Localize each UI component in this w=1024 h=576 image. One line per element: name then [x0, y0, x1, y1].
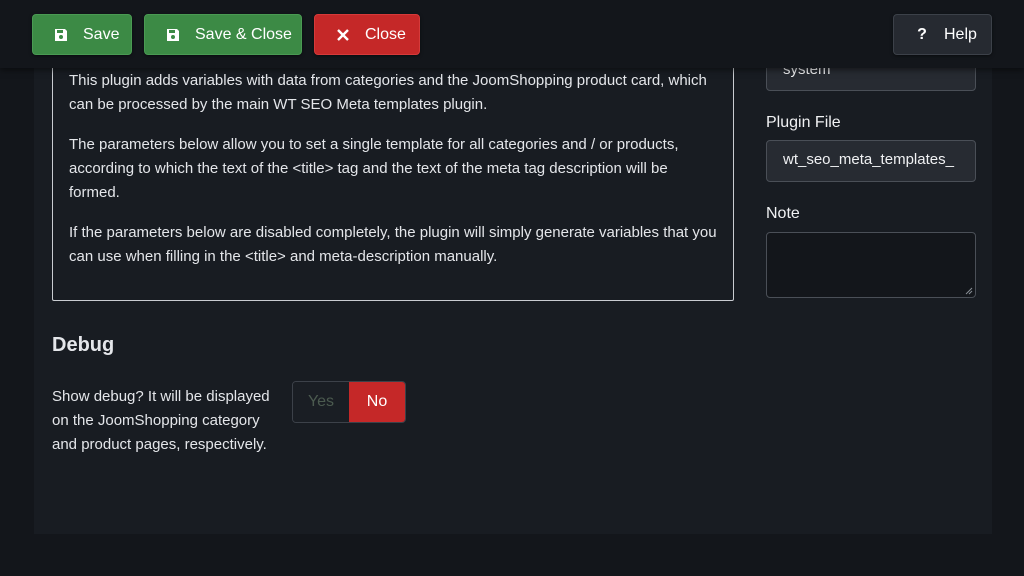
toolbar: Save Save & Close Close ? Help — [0, 0, 1024, 68]
plugin-file-label: Plugin File — [766, 114, 841, 131]
description-paragraph-2: The parameters below allow you to set a … — [69, 136, 679, 201]
debug-yes-option[interactable]: Yes — [293, 382, 349, 422]
save-close-label: Save & Close — [195, 25, 292, 43]
close-label: Close — [365, 25, 406, 43]
debug-no-option[interactable]: No — [349, 382, 405, 422]
save-close-button[interactable]: Save & Close — [144, 14, 302, 55]
save-label: Save — [83, 25, 120, 43]
description-paragraph-1: This plugin adds variables with data fro… — [69, 72, 707, 113]
note-textarea[interactable] — [766, 232, 976, 298]
save-icon — [165, 27, 181, 43]
close-button[interactable]: Close — [314, 14, 420, 55]
help-button[interactable]: ? Help — [893, 14, 992, 55]
resize-grip-icon[interactable] — [965, 287, 973, 295]
close-icon — [335, 27, 351, 43]
note-label: Note — [766, 205, 800, 222]
description-paragraph-3: If the parameters below are disabled com… — [69, 224, 717, 265]
plugin-file-field: wt_seo_meta_templates_ — [766, 140, 976, 182]
question-mark-icon: ? — [917, 25, 927, 43]
debug-label: Show debug? It will be displayed on the … — [52, 388, 270, 453]
save-button[interactable]: Save — [32, 14, 132, 55]
debug-heading: Debug — [52, 334, 115, 356]
debug-switcher: Yes No — [292, 381, 406, 423]
plugin-description: This plugin adds variables with data fro… — [52, 40, 734, 301]
save-icon — [53, 27, 69, 43]
help-label: Help — [944, 25, 977, 43]
